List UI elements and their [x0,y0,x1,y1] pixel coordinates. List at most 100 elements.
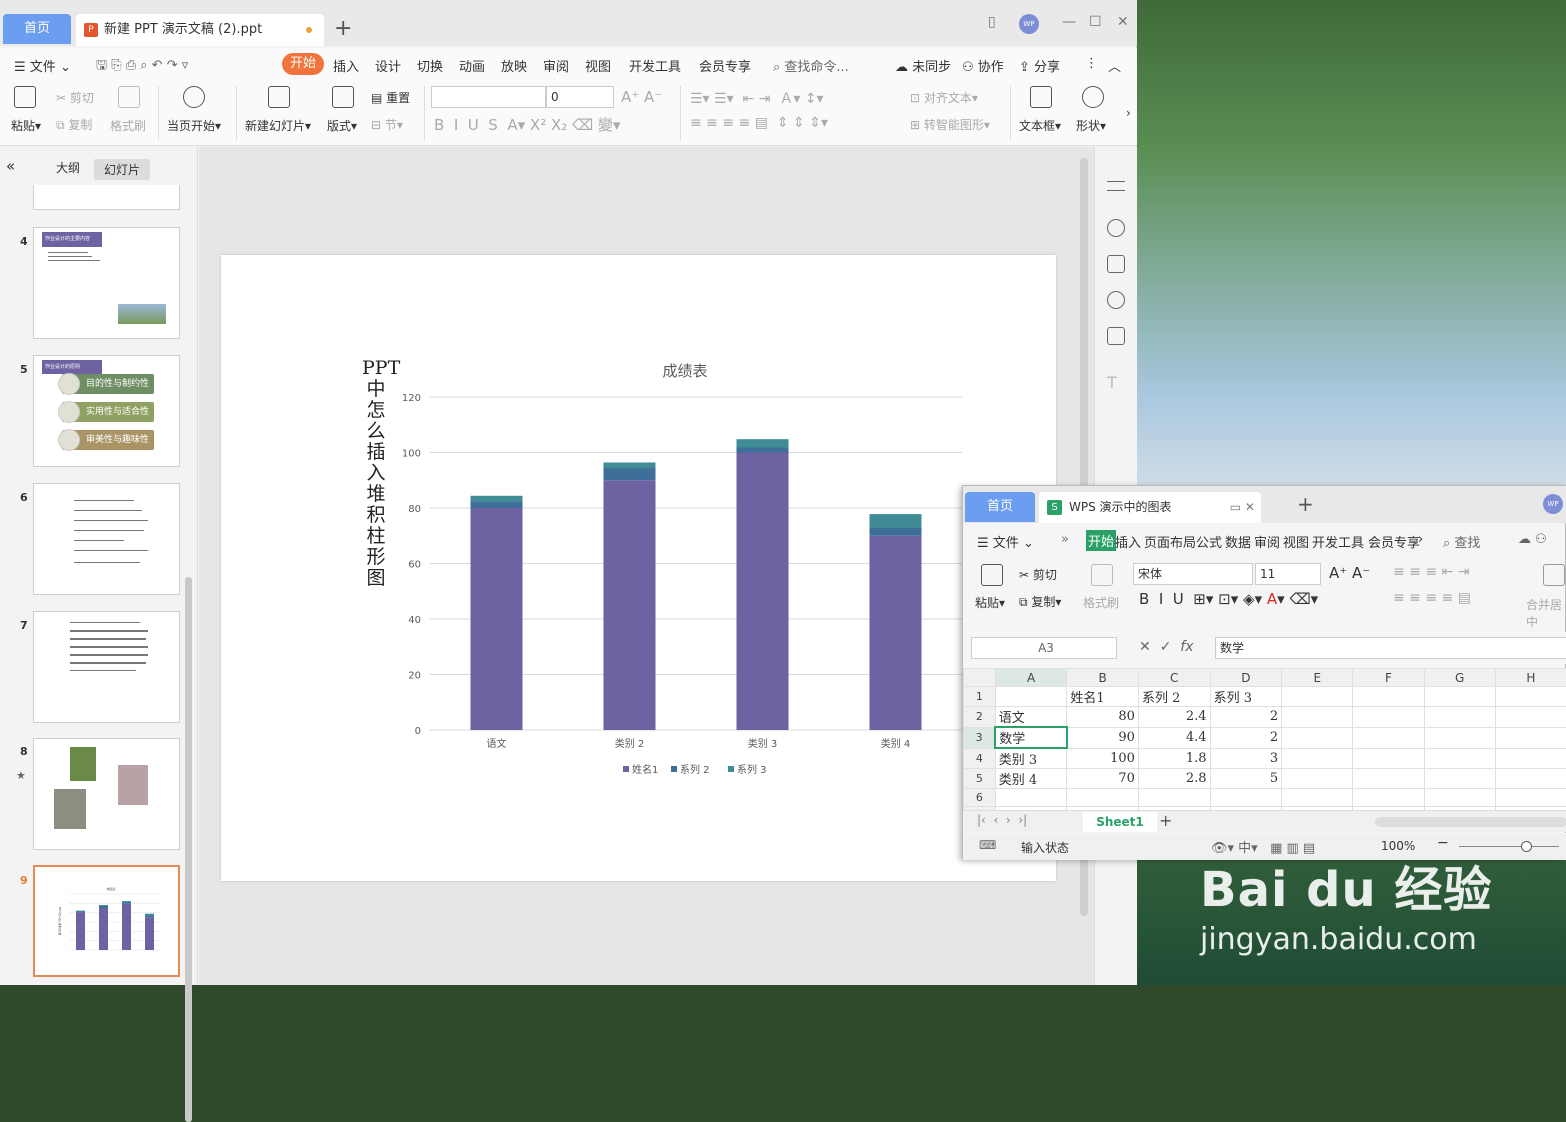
cell[interactable] [1424,769,1495,789]
cell[interactable] [1282,687,1353,707]
new-slide-button[interactable]: 新建幻灯片▾ [245,117,311,134]
active-cell[interactable]: 数学 [995,727,1067,748]
sheet-font-grow-icon[interactable]: A⁺ A⁻ [1329,564,1370,582]
sheet-copy-button[interactable]: ⧉ 复制▾ [1019,593,1061,610]
reset-button[interactable]: ▤ 重置 [371,89,410,106]
cell[interactable]: 姓名1 [1067,687,1139,707]
play-from-current-button[interactable]: 当页开始▾ [167,117,221,134]
sheet-tab-home[interactable]: 首页 [965,492,1035,522]
collab-button[interactable]: ⚇ 协作 [962,56,1004,75]
cell[interactable] [1424,789,1495,807]
zoom-level[interactable]: 100% [1381,839,1415,853]
column-header[interactable]: D [1210,669,1282,687]
layout-button[interactable]: 版式▾ [327,117,357,134]
cell[interactable] [1495,769,1566,789]
cell[interactable] [1282,748,1353,769]
cell[interactable] [1353,748,1424,769]
sheet-tab-document[interactable]: S WPS 演示中的图表 ▭ ✕ [1039,492,1261,523]
slide-thumb-7[interactable] [33,611,180,723]
cell[interactable]: 系列 2 [1138,687,1210,707]
slide-thumb-8[interactable] [33,738,180,850]
zoom-slider-thumb[interactable] [1521,841,1532,852]
zoom-out-icon[interactable]: − [1437,835,1449,851]
sheet-paste-icon[interactable] [981,564,1003,589]
horizontal-scrollbar[interactable] [1375,817,1566,827]
cell[interactable]: 类别 4 [995,769,1067,789]
sheet-new-tab-plus-icon[interactable]: + [1297,492,1314,516]
paste-icon[interactable] [14,86,36,111]
tab-slides[interactable]: 幻灯片 [94,159,150,180]
formula-cancel-confirm-icons[interactable]: ✕ ✓ fx [1139,639,1193,655]
sheet-paste-button[interactable]: 粘贴▾ [975,594,1005,611]
cell[interactable]: 语文 [995,707,1067,728]
cell[interactable]: 2 [1210,707,1282,728]
cell[interactable] [1353,707,1424,728]
cell[interactable] [1353,727,1424,748]
cell[interactable] [1282,707,1353,728]
row-header[interactable]: 3 [964,727,996,748]
animation-icon[interactable] [1107,219,1125,237]
minimize-icon[interactable]: — [1062,14,1076,30]
cell[interactable]: 2 [1210,727,1282,748]
cell[interactable] [1353,687,1424,707]
cell[interactable]: 2.8 [1138,769,1210,789]
align-icons[interactable]: ≡ ≡ ≡ ≡ ▤ ⇕ ⇕ ⇕▾ [690,115,828,131]
font-style-icons[interactable]: B I U S A▾ X² X₂ ⌫ 變▾ [434,114,621,135]
textbox-button[interactable]: 文本框▾ [1019,117,1061,134]
cell[interactable]: 3 [1210,748,1282,769]
slide-thumb-5[interactable]: 作业设计的原则 目的性与制约性 实用性与适合性 审美性与趣味性 [33,355,180,467]
view-mode-icons[interactable]: 👁▾ 中▾ ▦ ▥ ▤ [1211,837,1315,856]
menu-review[interactable]: 审阅 [543,56,569,75]
transition-icon[interactable] [1107,255,1125,273]
collapse-ribbon-icon[interactable]: ︿ [1108,56,1121,75]
sheet-align-icons[interactable]: ≡ ≡ ≡ ⇤ ⇥ [1393,564,1469,580]
menu-design[interactable]: 设计 [375,56,401,75]
cell[interactable]: 80 [1067,707,1139,728]
sheet-menu-dev[interactable]: 开发工具 [1312,532,1364,551]
sheet-menu-start[interactable]: 开始 [1086,530,1116,551]
cell[interactable] [1424,748,1495,769]
select-all-corner[interactable] [964,669,996,687]
section-button[interactable]: ⊟ 节▾ [371,116,403,133]
merge-icon[interactable] [1543,564,1565,589]
menu-view[interactable]: 视图 [585,56,611,75]
sheet-avatar[interactable]: WP [1543,494,1563,514]
slide-thumb-6[interactable] [33,483,180,595]
menu-start[interactable]: 开始 [282,53,324,75]
new-slide-icon[interactable] [268,86,290,111]
cell[interactable] [1353,769,1424,789]
cell[interactable] [1495,789,1566,807]
share-button[interactable]: ⇪ 分享 [1019,56,1060,75]
cell[interactable]: 4.4 [1138,727,1210,748]
sheet-menu-insert[interactable]: 插入 [1115,532,1141,551]
column-header[interactable]: G [1424,669,1495,687]
merge-center-button[interactable]: 合并居中 [1526,596,1566,630]
row-header[interactable]: 5 [964,769,996,789]
sheet-close-tab-icon[interactable]: ▭ ✕ [1230,492,1255,523]
cut-button[interactable]: ✂ 剪切 [56,89,94,106]
format-painter-icon[interactable] [118,86,140,111]
sheet-menu-next-icon[interactable]: › [1418,532,1423,547]
add-sheet-icon[interactable]: + [1159,811,1172,830]
sync-status[interactable]: ☁ 未同步 [895,56,951,75]
sheet-cut-button[interactable]: ✂ 剪切 [1019,566,1057,583]
zoom-slider[interactable] [1459,846,1559,847]
font-grow-icon[interactable]: A⁺ A⁻ [621,88,662,106]
formula-input[interactable]: 数学 [1215,637,1566,659]
shape-icon[interactable] [1082,86,1104,111]
format-painter-button[interactable]: 格式刷 [110,117,146,134]
textbox-icon[interactable] [1030,86,1052,111]
cell[interactable] [1353,789,1424,807]
cell[interactable] [1138,789,1210,807]
sheet-font-style-icons[interactable]: B I U ⊞▾ ⊡▾ ◈▾ A▾ ⌫▾ [1139,590,1318,608]
backup-icon[interactable] [1107,327,1125,345]
properties-icon[interactable] [1107,181,1125,191]
sheet-menu-formula[interactable]: 公式 [1196,532,1222,551]
menu-insert[interactable]: 插入 [333,56,359,75]
sheet-file-menu[interactable]: ☰ 文件 ⌄ [977,532,1034,551]
sheet-align-icons-2[interactable]: ≡ ≡ ≡ ≡ ▤ [1393,590,1471,606]
slide-thumb-4[interactable]: 作业设计的主要内容 [33,227,180,339]
copy-button[interactable]: ⧉ 复制 [56,116,92,133]
cell[interactable] [1067,789,1139,807]
more-icon[interactable]: ⋮ [1085,56,1098,71]
